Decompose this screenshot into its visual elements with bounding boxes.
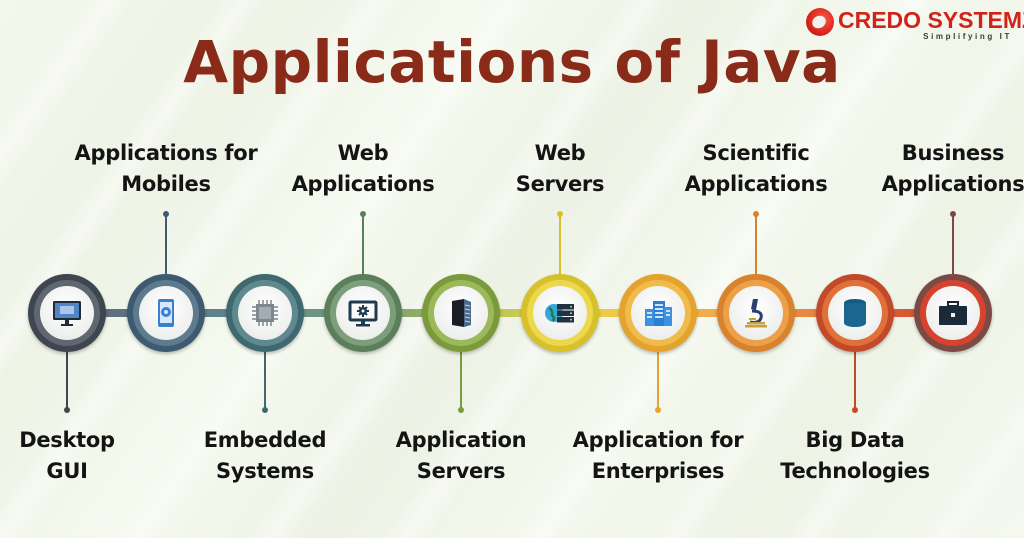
timeline-node	[717, 274, 795, 352]
buildings-icon	[645, 301, 672, 326]
stem-dot	[852, 407, 858, 413]
label-line-2: Servers	[515, 172, 605, 196]
stem-dot	[458, 407, 464, 413]
label-line-2: Enterprises	[591, 459, 725, 483]
label-line-1: Application	[395, 428, 527, 452]
label-line-2: GUI	[46, 459, 88, 483]
node-inner	[729, 286, 783, 340]
node-inner	[533, 286, 587, 340]
label-stem	[66, 352, 68, 410]
label-stem	[165, 214, 167, 274]
timeline-node	[226, 274, 304, 352]
label-line-1: Web	[534, 141, 586, 165]
label-line-2: Applications	[881, 172, 1024, 196]
label-line-2: Mobiles	[121, 172, 211, 196]
label-stem	[460, 352, 462, 410]
label-stem	[854, 352, 856, 410]
label-line-2: Technologies	[780, 459, 930, 483]
stem-dot	[557, 211, 563, 217]
timeline-node	[914, 274, 992, 352]
stem-dot	[950, 211, 956, 217]
stem-dot	[262, 407, 268, 413]
label-line-1: Application for	[572, 428, 744, 452]
application-label: Business Applications	[853, 138, 1024, 200]
label-line-2: Applications	[684, 172, 828, 196]
label-line-1: Web	[337, 141, 389, 165]
timeline-node	[816, 274, 894, 352]
node-inner	[828, 286, 882, 340]
application-label: Big Data Technologies	[755, 425, 955, 487]
application-label: Application Servers	[361, 425, 561, 487]
mobile-gear-icon	[158, 299, 174, 327]
timeline-node	[28, 274, 106, 352]
node-inner	[434, 286, 488, 340]
timeline-node	[324, 274, 402, 352]
label-stem	[264, 352, 266, 410]
node-inner	[238, 286, 292, 340]
stem-dot	[163, 211, 169, 217]
node-inner	[336, 286, 390, 340]
desktop-monitor-icon	[53, 301, 81, 326]
label-line-1: Business	[901, 141, 1005, 165]
application-label: Desktop GUI	[0, 425, 167, 487]
globe-server-icon	[545, 304, 574, 323]
stem-dot	[360, 211, 366, 217]
label-line-1: Big Data	[805, 428, 905, 452]
label-line-1: Scientific	[702, 141, 810, 165]
application-label: Scientific Applications	[656, 138, 856, 200]
label-line-2: Applications	[291, 172, 435, 196]
server-rack-icon	[452, 299, 471, 327]
label-stem	[755, 214, 757, 274]
application-label: Embedded Systems	[165, 425, 365, 487]
application-label: Applications for Mobiles	[66, 138, 266, 200]
briefcase-icon	[939, 301, 967, 325]
timeline-node	[422, 274, 500, 352]
label-line-1: Desktop	[19, 428, 115, 452]
label-line-1: Embedded	[203, 428, 327, 452]
timeline-node	[127, 274, 205, 352]
stem-dot	[64, 407, 70, 413]
database-icon	[844, 299, 866, 327]
stem-dot	[655, 407, 661, 413]
timeline-node	[521, 274, 599, 352]
label-stem	[657, 352, 659, 410]
microscope-icon	[745, 299, 767, 328]
node-inner	[139, 286, 193, 340]
node-inner	[631, 286, 685, 340]
label-line-2: Systems	[216, 459, 314, 483]
label-line-2: Servers	[416, 459, 506, 483]
timeline-node	[619, 274, 697, 352]
label-stem	[952, 214, 954, 274]
monitor-gear-icon	[348, 300, 378, 327]
application-label: Web Applications	[263, 138, 463, 200]
application-label: Web Servers	[460, 138, 660, 200]
stem-dot	[753, 211, 759, 217]
application-label: Application for Enterprises	[558, 425, 758, 487]
node-inner	[926, 286, 980, 340]
page-title: Applications of Java	[183, 28, 841, 96]
label-stem	[362, 214, 364, 274]
label-stem	[559, 214, 561, 274]
node-inner	[40, 286, 94, 340]
label-line-1: Applications for	[74, 141, 258, 165]
chip-icon	[252, 300, 278, 326]
